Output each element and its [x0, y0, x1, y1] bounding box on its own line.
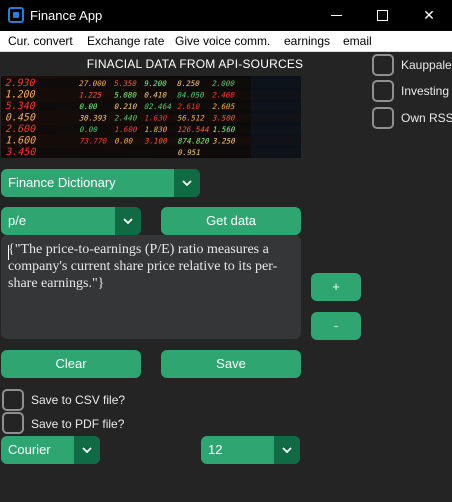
own-rss-checkbox[interactable]	[372, 107, 394, 129]
board-value: 0.410	[143, 91, 168, 100]
menu-give-voice-comm[interactable]: Give voice comm.	[175, 34, 270, 48]
board-value: 3.250	[212, 137, 237, 146]
kauppalehti-checkbox[interactable]	[372, 54, 394, 76]
clear-button[interactable]: Clear	[1, 350, 141, 378]
board-value: 56.512	[176, 114, 205, 123]
text-cursor	[8, 245, 9, 260]
font-select[interactable]: Courier	[1, 436, 100, 464]
board-value: 2.610	[176, 102, 201, 111]
board-glow	[251, 76, 301, 158]
maximize-icon	[377, 10, 388, 21]
decrease-font-button[interactable]: -	[311, 312, 361, 340]
window-title: Finance App	[30, 8, 103, 23]
board-value: 1.225	[78, 91, 103, 100]
board-value: 0.951	[177, 148, 202, 157]
maximize-button[interactable]	[360, 0, 406, 31]
investing-label: Investing	[401, 84, 450, 98]
increase-font-button[interactable]: +	[311, 273, 361, 301]
menu-earnings[interactable]: earnings	[284, 34, 330, 48]
board-value: 2.000	[211, 79, 236, 88]
board-value: 2.605	[211, 102, 236, 111]
board-value: 73.770	[79, 137, 109, 146]
board-value: 2.460	[211, 91, 236, 100]
board-value: 5.340	[4, 101, 37, 112]
app-icon	[8, 7, 24, 23]
board-value: 5.350	[113, 79, 138, 88]
save-pdf-checkbox[interactable]	[2, 412, 24, 434]
chevron-down-icon[interactable]	[174, 169, 200, 197]
chevron-down-icon[interactable]	[115, 207, 141, 235]
board-value: 1.830	[144, 125, 169, 134]
board-value: 1.560	[212, 125, 237, 134]
menu-email[interactable]: email	[343, 34, 372, 48]
own-rss-label: Own RSS	[401, 111, 452, 125]
board-value: 1.200	[4, 90, 37, 101]
font-value: Courier	[8, 442, 51, 457]
board-value: 0.00	[114, 137, 135, 146]
minimize-button[interactable]	[314, 0, 360, 31]
app-window: Finance App ✕ Cur. convert Exchange rate…	[0, 0, 452, 502]
minimize-icon	[331, 15, 342, 16]
save-button[interactable]: Save	[161, 350, 301, 378]
term-select[interactable]: p/e	[1, 207, 141, 235]
kauppalehti-label: Kauppale	[401, 58, 452, 72]
save-csv-checkbox[interactable]	[2, 389, 24, 411]
board-value: 9.200	[143, 79, 168, 88]
board-value: 82.464	[143, 102, 173, 111]
board-value: 0.450	[4, 113, 37, 124]
board-value: 1.630	[143, 114, 168, 123]
chevron-down-icon[interactable]	[74, 436, 100, 464]
board-value: 2.600	[4, 124, 37, 135]
board-value: 27.000	[78, 79, 108, 88]
stock-board-image: 2.930 27.000 5.350 9.200 8.250 2.000 1.200 1.22…	[1, 76, 301, 158]
font-size-select[interactable]: 12	[201, 436, 300, 464]
board-value: 126.544	[177, 125, 211, 134]
menu-exchange-rate[interactable]: Exchange rate	[87, 34, 164, 48]
menu-cur-convert[interactable]: Cur. convert	[8, 34, 73, 48]
chevron-down-icon[interactable]	[274, 436, 300, 464]
board-value: 0.210	[113, 102, 138, 111]
board-value: 0.00	[78, 102, 99, 111]
board-value: 5.080	[113, 91, 138, 100]
board-value: 3.500	[211, 114, 236, 123]
investing-checkbox[interactable]	[372, 80, 394, 102]
board-value: 0.00	[79, 125, 100, 134]
font-size-value: 12	[208, 442, 223, 457]
board-value: 2.930	[4, 78, 37, 89]
title-bar[interactable]: Finance App ✕	[0, 0, 452, 31]
output-textbox[interactable]: {"The price-to-earnings (P/E) ratio meas…	[1, 235, 301, 339]
menu-bar: Cur. convert Exchange rate Give voice co…	[0, 31, 452, 52]
save-csv-label: Save to CSV file?	[31, 393, 126, 407]
page-heading: FINACIAL DATA FROM API-SOURCES	[86, 57, 304, 71]
dictionary-select[interactable]: Finance Dictionary	[1, 169, 200, 197]
board-value: 2.440	[113, 114, 138, 123]
board-value: 3.100	[144, 137, 169, 146]
board-value: 8.250	[176, 79, 201, 88]
close-icon: ✕	[423, 7, 435, 23]
get-data-button[interactable]: Get data	[161, 207, 301, 235]
board-value: 874.820	[177, 137, 211, 146]
board-value: 1.600	[4, 136, 37, 147]
close-button[interactable]: ✕	[406, 0, 452, 31]
term-value: p/e	[8, 213, 27, 228]
save-pdf-label: Save to PDF file?	[31, 417, 125, 431]
board-value: 30.393	[78, 114, 108, 123]
board-value: 3.450	[5, 147, 38, 158]
board-value: 84.050	[176, 91, 206, 100]
board-value: 1.600	[114, 125, 139, 134]
dictionary-value: Finance Dictionary	[8, 175, 116, 190]
